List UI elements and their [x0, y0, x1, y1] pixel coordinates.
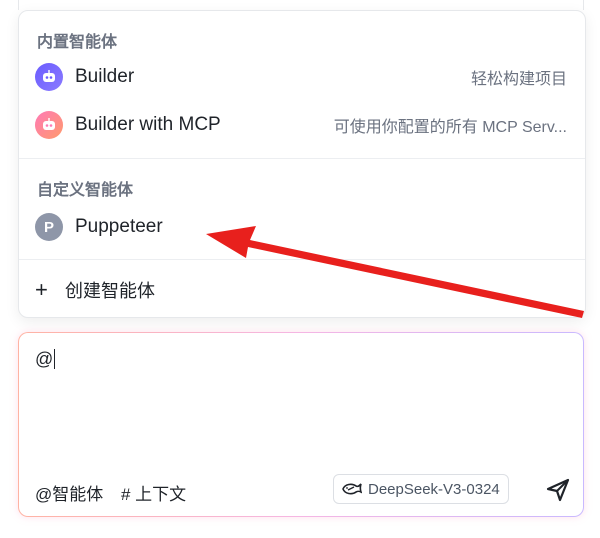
chat-input[interactable]: @	[35, 349, 56, 370]
context-button[interactable]: # 上下文	[121, 480, 186, 505]
agent-name: Puppeteer	[75, 216, 163, 237]
agent-item-builder-with-mcp[interactable]: Builder with MCP 可使用你配置的所有 MCP Serv...	[19, 105, 585, 145]
model-selector[interactable]: DeepSeek-V3-0324	[333, 474, 509, 504]
builtin-section-title: 内置智能体	[37, 34, 118, 51]
agent-name: Builder	[75, 66, 135, 87]
input-value: @	[35, 349, 54, 369]
robot-icon	[35, 111, 63, 139]
agent-description: 轻松构建项目	[470, 71, 567, 88]
agent-item-puppeteer[interactable]: P Puppeteer	[19, 207, 585, 247]
agent-mention-button[interactable]: @智能体	[35, 480, 103, 505]
whale-icon	[342, 483, 362, 495]
avatar: P	[35, 213, 63, 241]
section-divider	[19, 158, 585, 159]
robot-icon	[35, 63, 63, 91]
plus-icon: +	[35, 277, 48, 302]
agent-menu: 内置智能体 Builder 轻松构建项目 Builder with MCP 可使…	[18, 10, 586, 318]
chat-input-area[interactable]: @ @智能体 # 上下文 DeepSeek-V3-0324	[19, 333, 583, 516]
agent-name: Builder with MCP	[75, 114, 221, 135]
text-caret	[54, 349, 56, 369]
agent-description: 可使用你配置的所有 MCP Serv...	[333, 119, 567, 136]
custom-section-title: 自定义智能体	[37, 182, 134, 199]
create-agent-label: 创建智能体	[65, 281, 155, 301]
model-name: DeepSeek-V3-0324	[368, 480, 500, 498]
send-button[interactable]	[545, 477, 571, 503]
create-agent-button[interactable]: + 创建智能体	[35, 277, 155, 303]
agent-item-builder[interactable]: Builder 轻松构建项目	[19, 57, 585, 97]
top-border	[18, 0, 584, 10]
section-divider	[19, 259, 585, 260]
chat-composer: @ @智能体 # 上下文 DeepSeek-V3-0324	[18, 332, 584, 517]
